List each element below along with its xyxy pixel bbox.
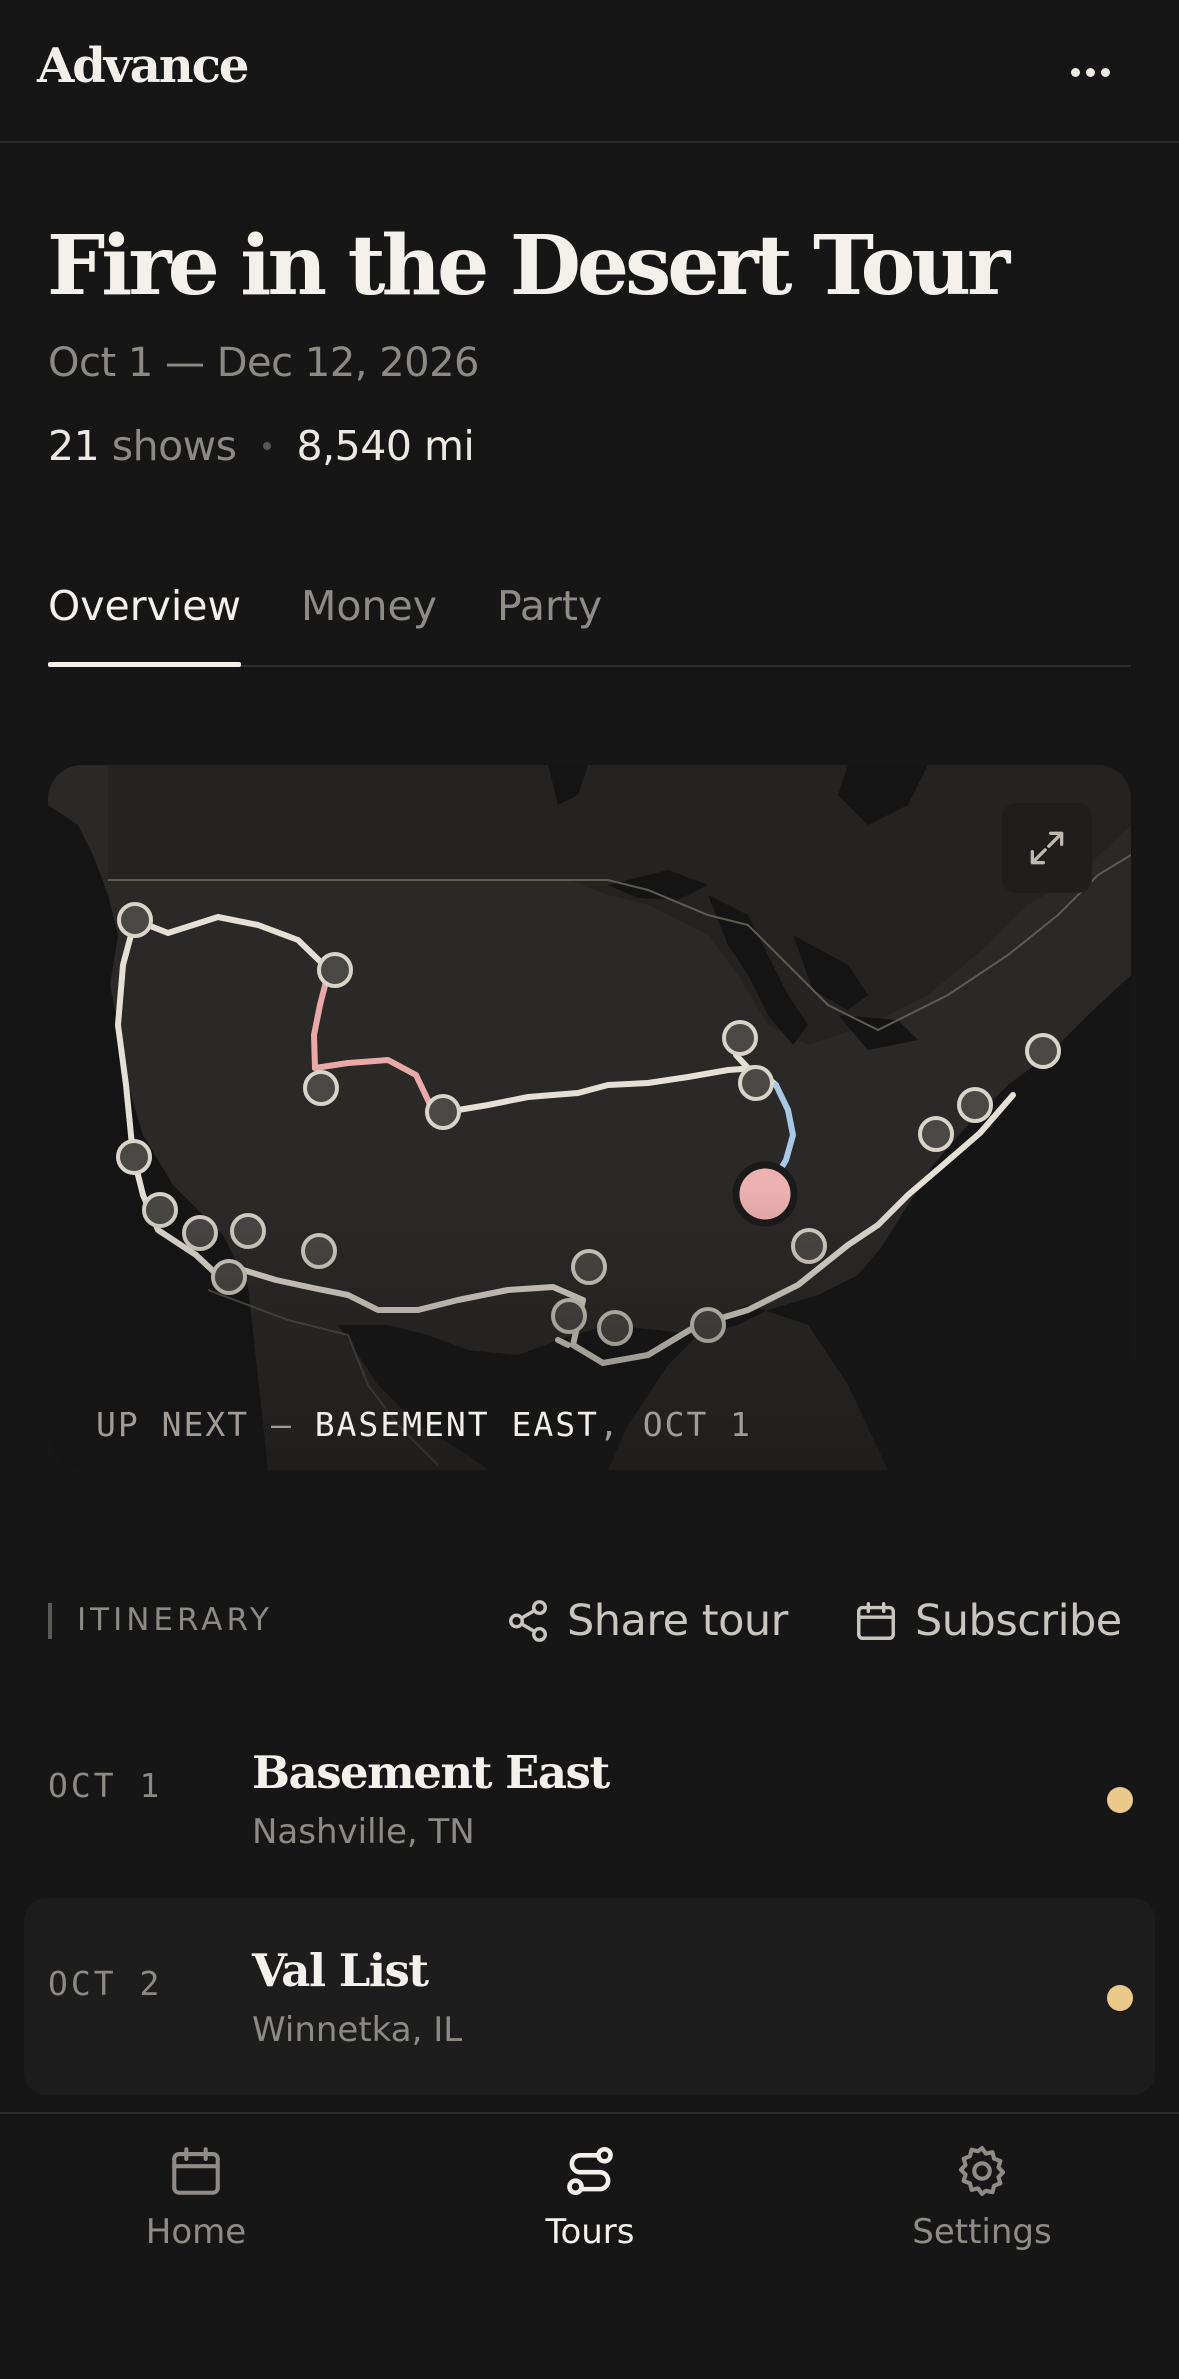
app-screen: Advance Fire in the Desert Tour Oct 1 — … xyxy=(0,0,1179,2379)
nav-home[interactable]: Home xyxy=(96,2142,296,2252)
bottom-navigation: Home Tours Settings xyxy=(0,2112,1179,2379)
more-horizontal-icon xyxy=(1070,67,1080,77)
stats-separator xyxy=(262,442,271,450)
section-accent-bar xyxy=(48,1603,52,1639)
expand-icon xyxy=(1030,831,1064,865)
tab-party[interactable]: Party xyxy=(497,580,602,665)
up-next-caption: UP NEXT — BASEMENT EAST, OCT 1 xyxy=(96,1405,753,1444)
show-date: OCT 1 xyxy=(48,1766,163,1805)
itinerary-heading: ITINERARY xyxy=(77,1602,273,1638)
tour-dates: Oct 1 — Dec 12, 2026 xyxy=(48,340,480,386)
show-date: OCT 2 xyxy=(48,1964,163,2003)
route-map-graphic xyxy=(48,765,1131,1470)
nav-home-label: Home xyxy=(145,2212,247,2252)
nav-settings[interactable]: Settings xyxy=(882,2142,1082,2252)
tour-tabs: Overview Money Party xyxy=(48,580,1131,667)
route-icon xyxy=(567,2146,613,2196)
nav-tours[interactable]: Tours xyxy=(490,2142,690,2252)
venue-city: Winnetka, IL xyxy=(252,2010,463,2050)
shows-count: 21 xyxy=(48,422,100,470)
share-tour-button[interactable]: Share tour xyxy=(505,1590,788,1652)
top-bar: Advance xyxy=(0,0,1179,143)
tab-overview[interactable]: Overview xyxy=(48,580,242,667)
subscribe-label: Subscribe xyxy=(915,1596,1122,1646)
nav-tours-label: Tours xyxy=(545,2212,635,2252)
venue-name: Basement East xyxy=(252,1746,610,1799)
venue-city: Nashville, TN xyxy=(252,1812,475,1852)
tour-stats: 21 shows 8,540 mi xyxy=(48,422,475,470)
share-icon xyxy=(509,1600,547,1642)
subscribe-button[interactable]: Subscribe xyxy=(853,1590,1122,1652)
calendar-icon xyxy=(857,1602,895,1640)
venue-name: Val List xyxy=(252,1944,429,1997)
itinerary-row[interactable]: OCT 1 Basement East Nashville, TN xyxy=(24,1700,1155,1897)
expand-map-button[interactable] xyxy=(1002,803,1092,893)
calendar-icon xyxy=(172,2147,220,2195)
itinerary-row[interactable]: OCT 2 Val List Winnetka, IL xyxy=(24,1898,1155,2095)
nav-settings-label: Settings xyxy=(912,2212,1052,2252)
share-tour-label: Share tour xyxy=(567,1596,788,1646)
tour-route-map[interactable]: UP NEXT — BASEMENT EAST, OCT 1 xyxy=(48,765,1131,1470)
tab-money[interactable]: Money xyxy=(301,580,437,665)
brand-logo: Advance xyxy=(37,38,249,94)
status-dot xyxy=(1107,1787,1133,1813)
tour-distance: 8,540 mi xyxy=(296,422,475,470)
gear-icon xyxy=(958,2145,1006,2197)
status-dot xyxy=(1107,1985,1133,2011)
tour-title: Fire in the Desert Tour xyxy=(47,218,1010,314)
more-options-button[interactable] xyxy=(1058,52,1122,92)
shows-word: shows xyxy=(111,422,237,470)
